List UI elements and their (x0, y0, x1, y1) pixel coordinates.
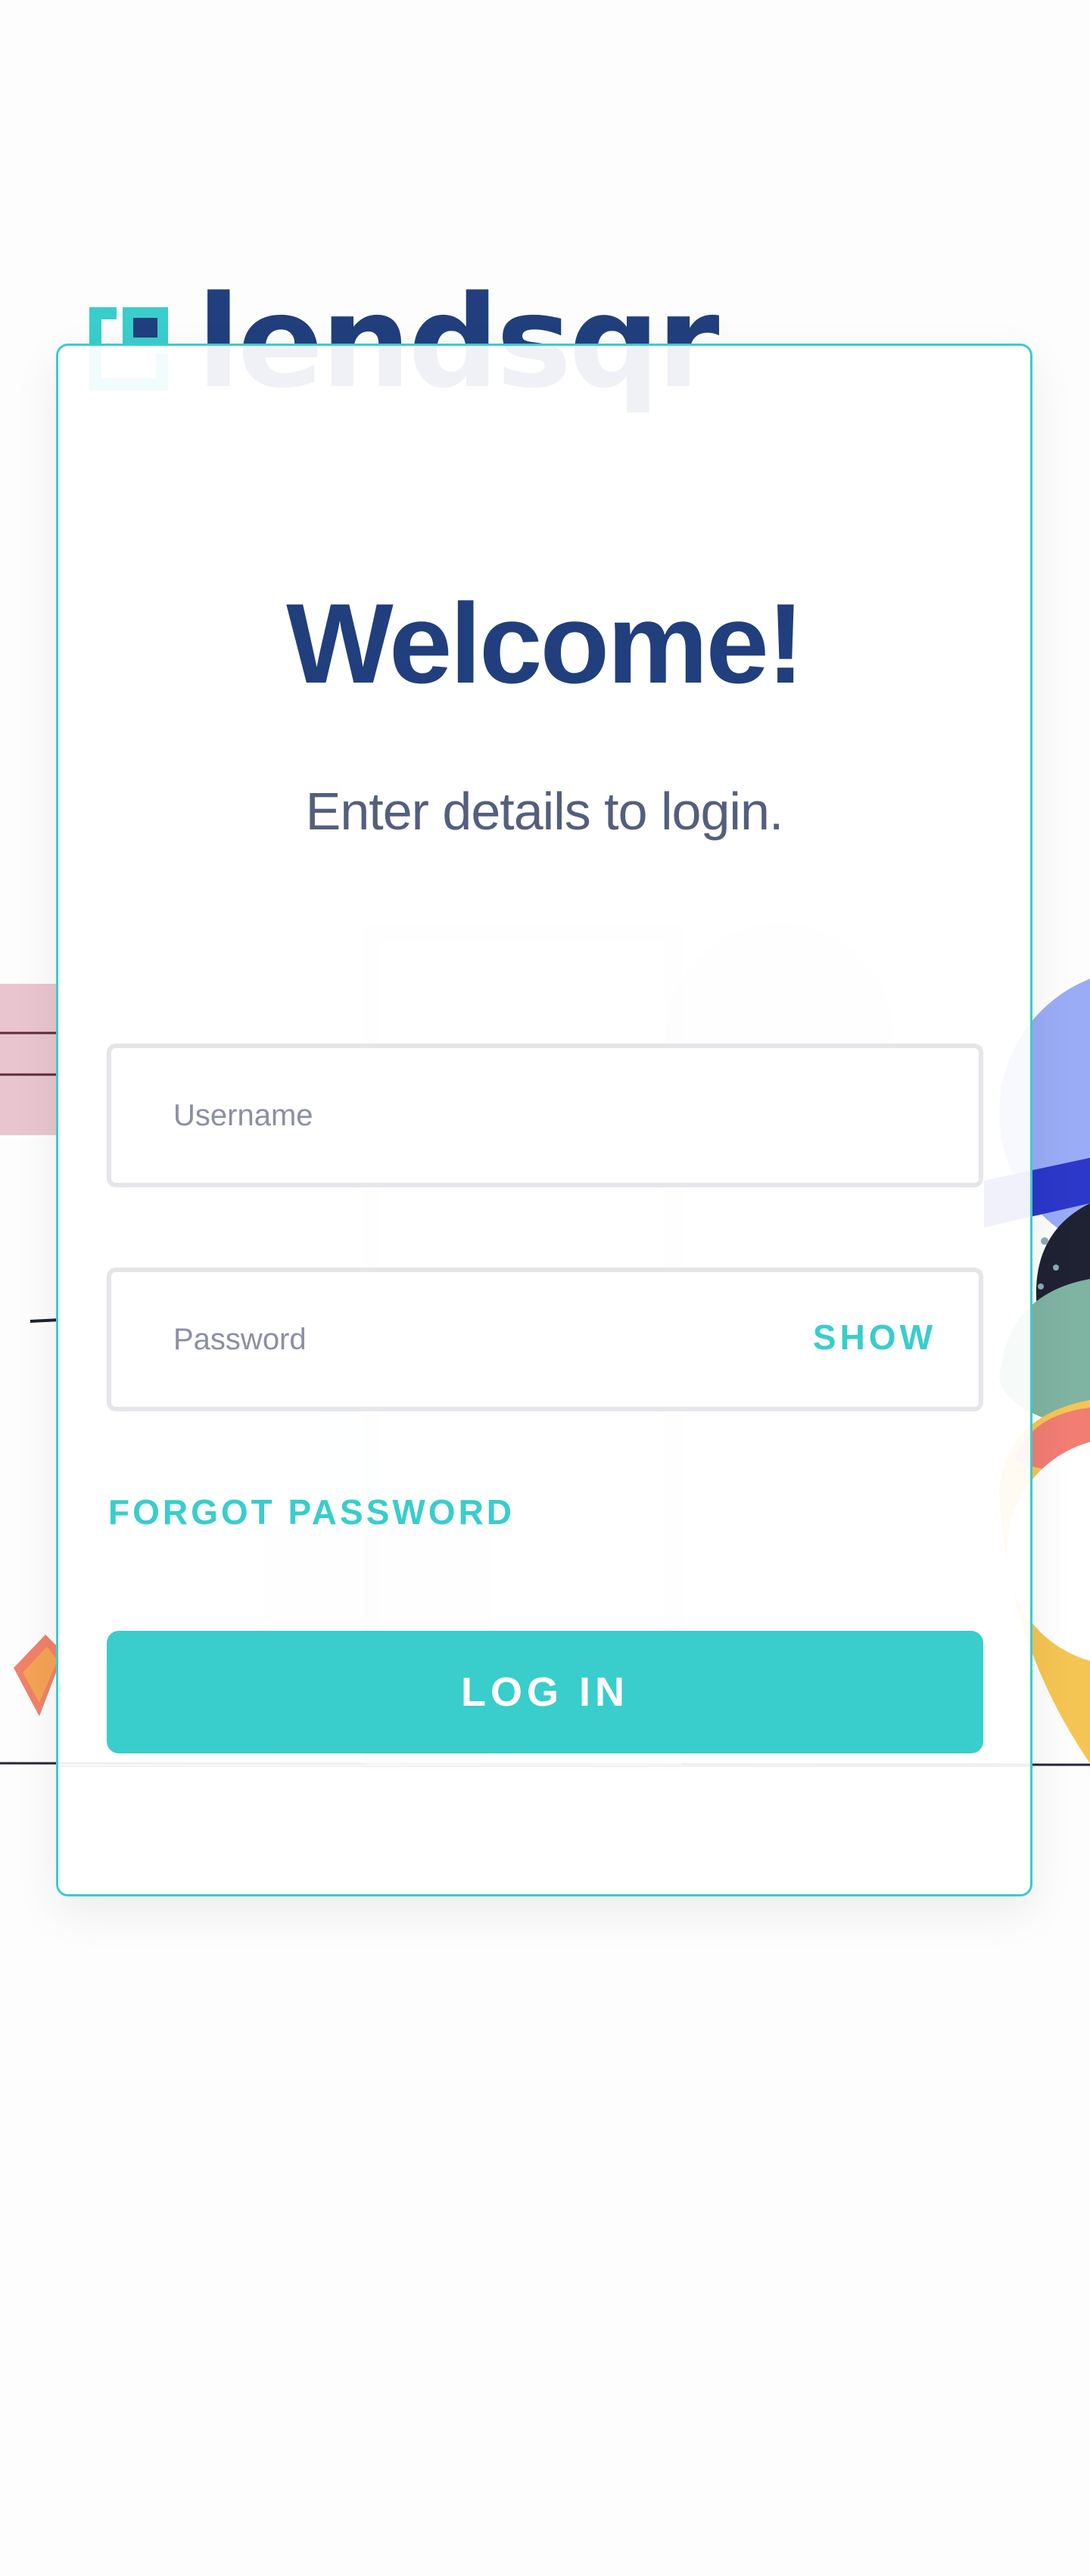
password-field: SHOW (107, 1268, 983, 1411)
login-button[interactable]: LOG IN (107, 1631, 983, 1753)
page-title: Welcome! (286, 580, 805, 707)
card-divider (58, 1766, 1030, 1767)
page-subtitle: Enter details to login. (305, 782, 784, 841)
username-input[interactable] (111, 1048, 979, 1183)
forgot-password-link[interactable]: FORGOT PASSWORD (108, 1492, 515, 1532)
password-input[interactable] (111, 1272, 798, 1407)
login-card: Welcome! Enter details to login. SHOW FO… (56, 344, 1032, 1896)
username-field (107, 1044, 983, 1187)
show-password-button[interactable]: SHOW (798, 1317, 979, 1358)
